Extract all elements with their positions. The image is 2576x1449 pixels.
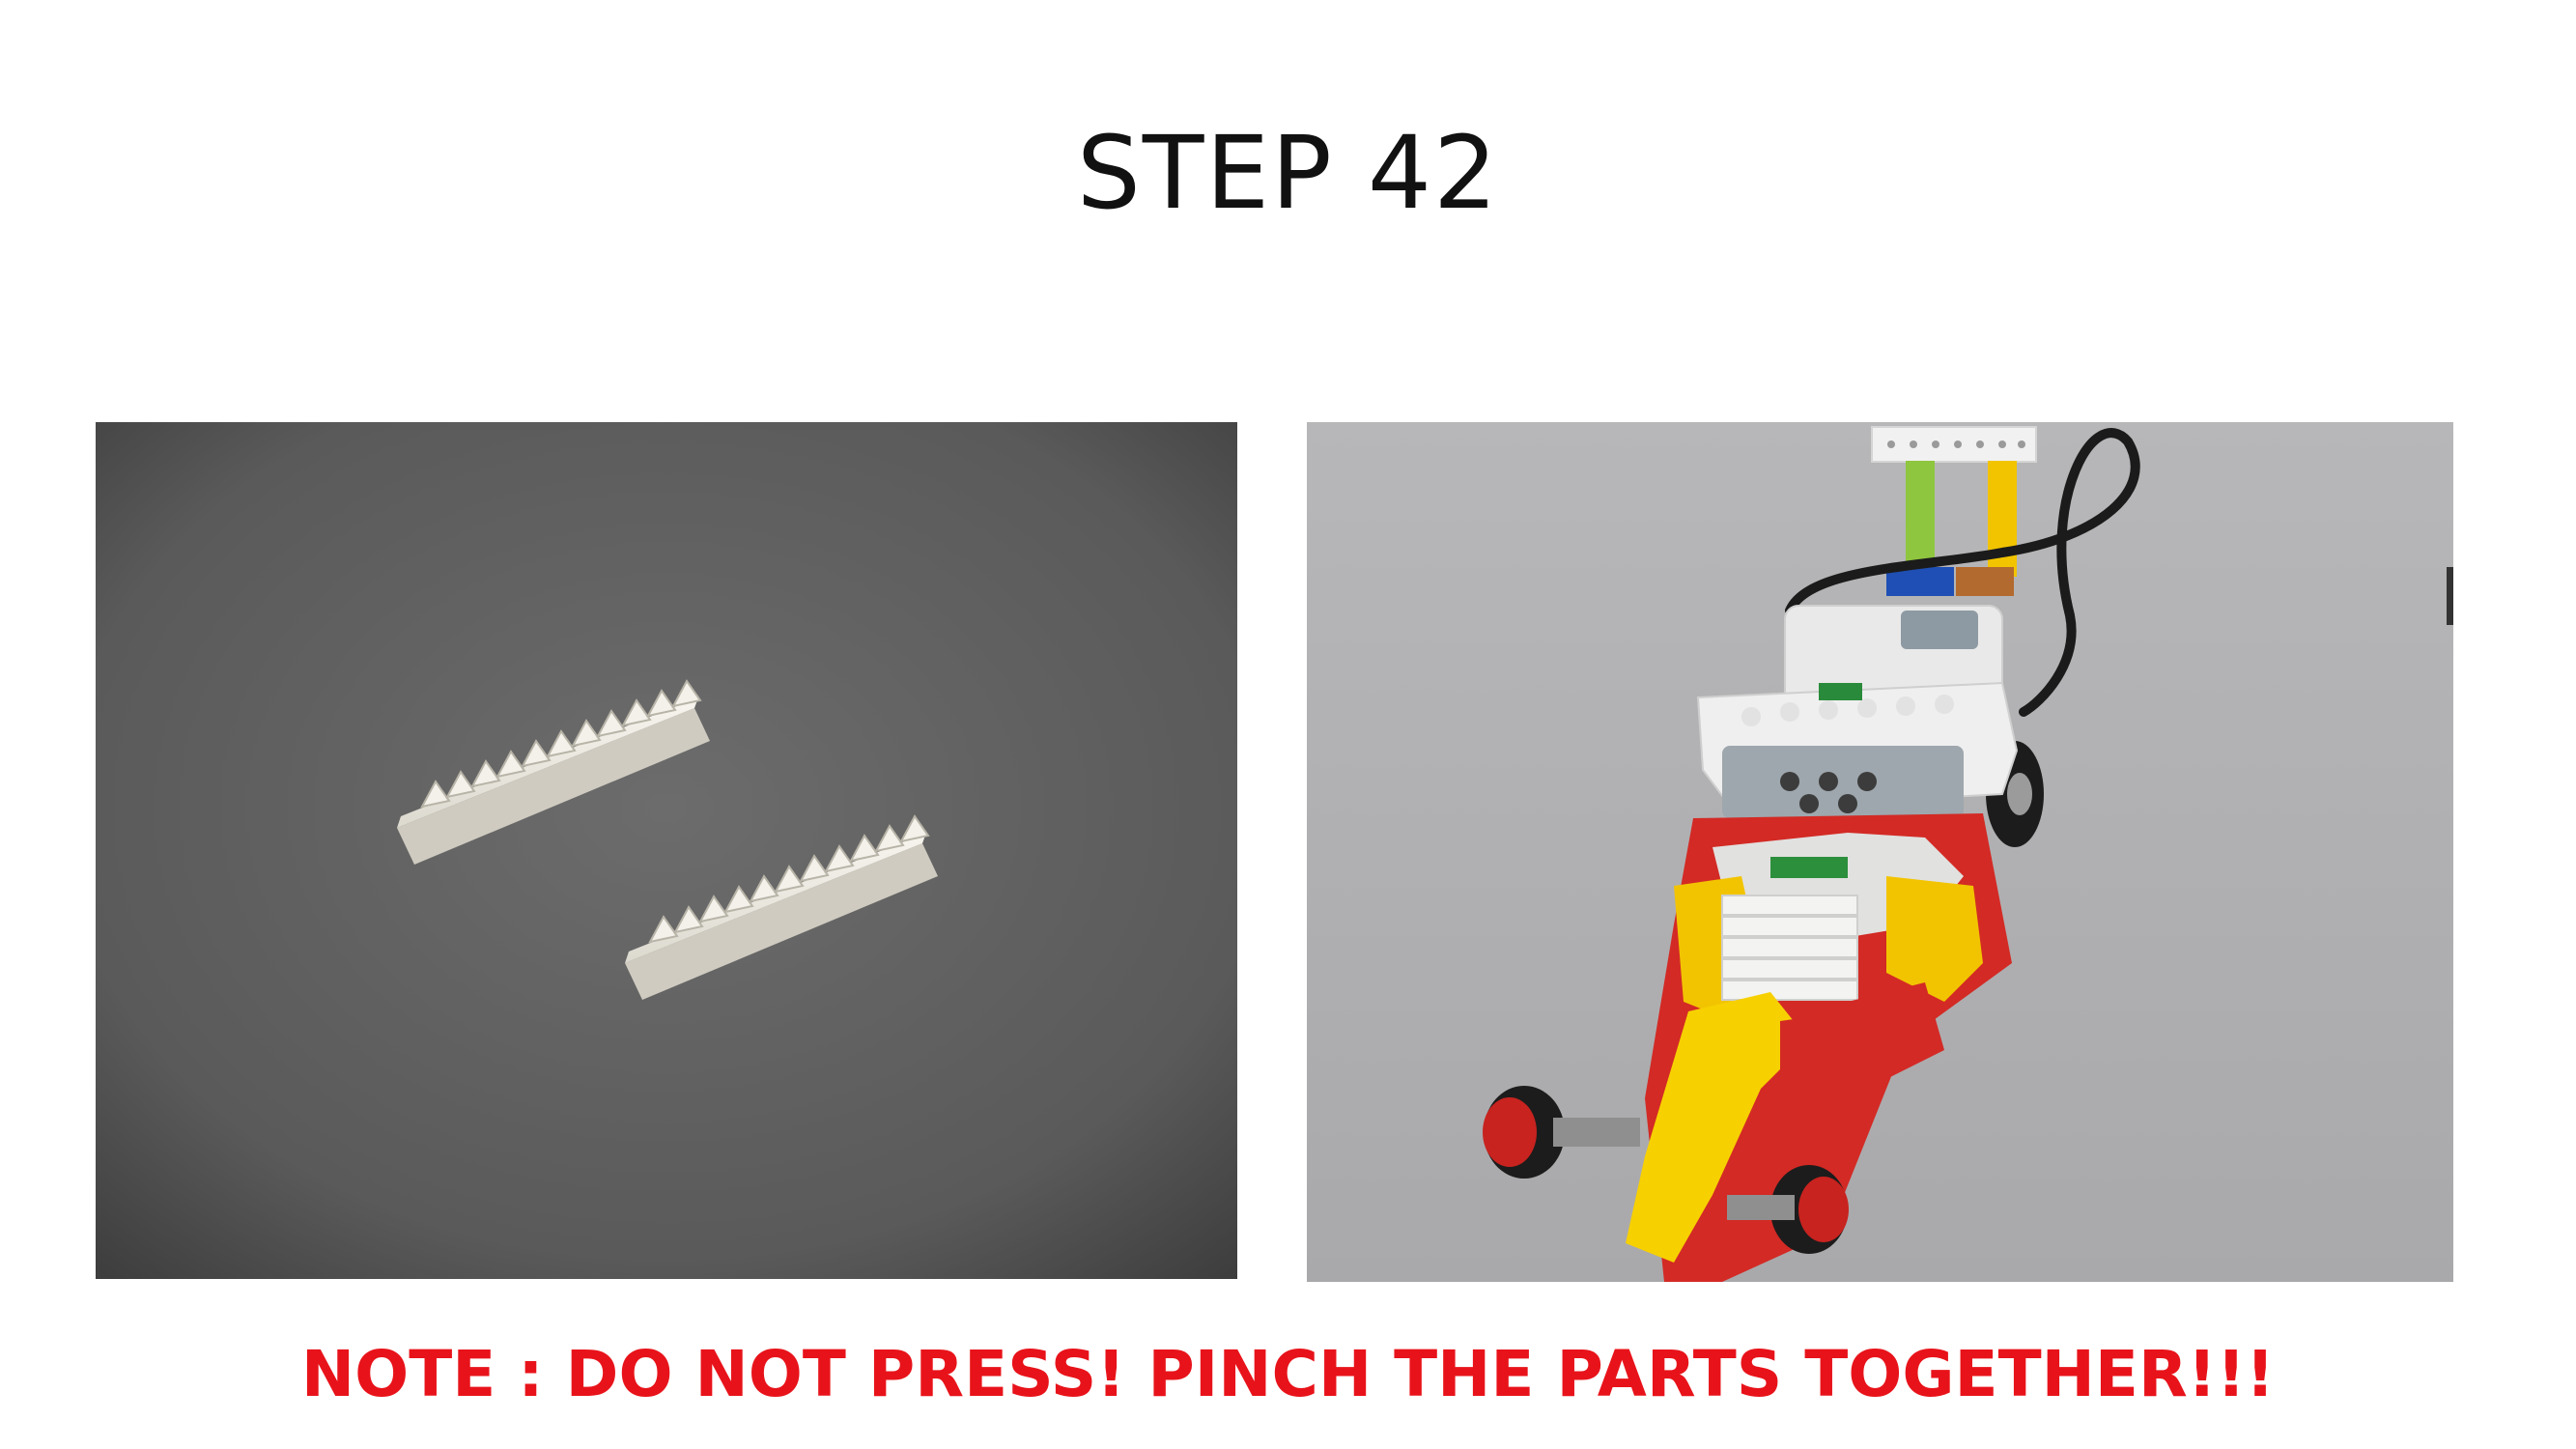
step-title: STEP 42 bbox=[1076, 114, 1500, 232]
gear-racks-photo bbox=[96, 422, 1237, 1279]
dragster-model-photo bbox=[1307, 422, 2453, 1282]
warning-note: NOTE : DO NOT PRESS! PINCH THE PARTS TOG… bbox=[300, 1337, 2276, 1411]
